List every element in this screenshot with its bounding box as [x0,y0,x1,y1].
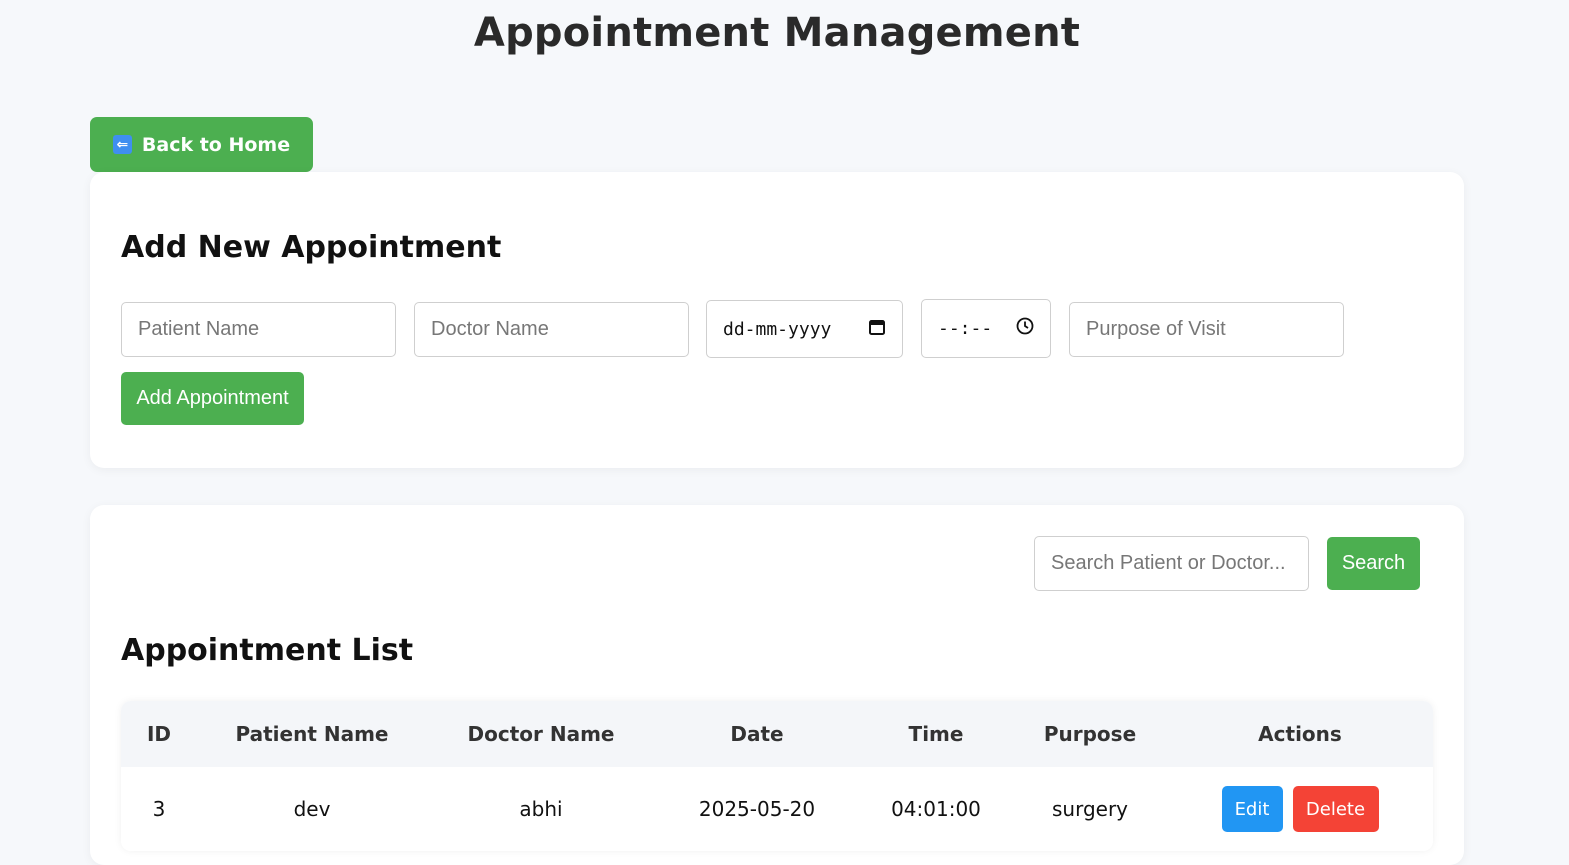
clock-icon[interactable] [1016,317,1034,340]
add-appointment-title: Add New Appointment [121,230,502,265]
search-button[interactable]: Search [1327,537,1420,590]
time-input[interactable]: --:-- [921,299,1051,358]
search-input[interactable]: Search Patient or Doctor... [1034,536,1309,591]
appointment-list-card: Search Patient or Doctor... Search Appoi… [90,505,1464,865]
purpose-placeholder: Purpose of Visit [1086,318,1226,340]
add-appointment-card: Add New Appointment Patient Name Doctor … [90,172,1464,468]
doctor-name-placeholder: Doctor Name [431,318,549,340]
cell-patient: dev [293,797,331,821]
cell-date: 2025-05-20 [698,797,816,821]
purpose-input[interactable]: Purpose of Visit [1069,302,1344,357]
column-header-time: Time [908,722,964,746]
date-input[interactable]: dd-mm-yyyy [706,300,903,358]
column-header-patient: Patient Name [235,722,389,746]
back-to-home-label: Back to Home [141,133,291,156]
cell-actions: Edit Delete [1167,767,1433,851]
cell-doctor: abhi [519,797,563,821]
time-placeholder: --:-- [938,318,993,339]
calendar-icon[interactable] [868,318,886,341]
page-title: Appointment Management [473,10,1081,56]
patient-name-input[interactable]: Patient Name [121,302,396,357]
cell-purpose: surgery [1051,797,1129,821]
left-arrow-icon: ⇐ [112,135,132,154]
column-header-actions: Actions [1258,722,1342,746]
add-appointment-button[interactable]: Add Appointment [121,372,304,425]
column-header-purpose: Purpose [1043,722,1137,746]
appointment-list-title: Appointment List [121,633,414,668]
back-to-home-button[interactable]: ⇐ Back to Home [90,117,313,172]
search-placeholder: Search Patient or Doctor... [1051,552,1286,574]
patient-name-placeholder: Patient Name [138,318,260,340]
date-placeholder: dd-mm-yyyy [723,318,832,340]
column-header-id: ID [146,722,172,746]
doctor-name-input[interactable]: Doctor Name [414,302,689,357]
delete-button[interactable]: Delete [1292,786,1379,832]
column-header-doctor: Doctor Name [467,722,615,746]
column-header-date: Date [730,722,784,746]
cell-time: 04:01:00 [891,797,981,821]
edit-button[interactable]: Edit [1221,786,1283,832]
table-header: ID Patient Name Doctor Name Date Time Pu… [121,701,1433,767]
appointment-table: ID Patient Name Doctor Name Date Time Pu… [121,701,1433,851]
table-row: 3 dev abhi 2025-05-20 04:01:00 surgery E… [121,767,1433,851]
cell-id: 3 [152,797,166,821]
